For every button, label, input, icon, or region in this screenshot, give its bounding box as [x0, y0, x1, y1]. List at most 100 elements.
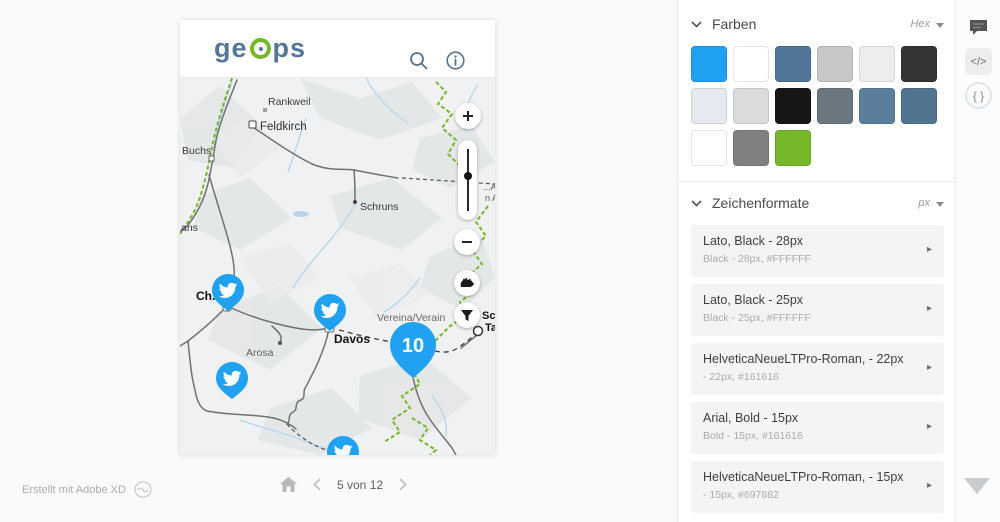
color-swatch[interactable]: [733, 130, 769, 166]
style-title: Lato, Black - 25px: [703, 293, 918, 307]
color-swatch[interactable]: [859, 46, 895, 82]
filter-button[interactable]: [454, 302, 480, 328]
style-title: Lato, Black - 28px: [703, 234, 918, 248]
map-label: Davos: [334, 332, 370, 346]
page: geps: [0, 0, 1000, 522]
colors-section-title: Farben: [712, 16, 910, 32]
layers-animal-button[interactable]: [454, 270, 480, 296]
type-section-header[interactable]: Zeichenformate px: [691, 195, 944, 211]
colors-section-header[interactable]: Farben Hex: [691, 16, 944, 32]
prev-page-icon[interactable]: [313, 478, 321, 491]
color-swatch[interactable]: [691, 130, 727, 166]
type-unit-label[interactable]: px: [918, 197, 930, 209]
chevron-right-icon: ▸: [927, 480, 932, 491]
color-swatch[interactable]: [817, 88, 853, 124]
specs-button[interactable]: </>: [965, 48, 992, 75]
text-style-card[interactable]: Lato, Black - 25pxBlack - 25px, #FFFFFF▸: [691, 284, 944, 336]
color-swatch[interactable]: [775, 88, 811, 124]
zoom-out-button[interactable]: [454, 229, 480, 255]
colors-unit-label[interactable]: Hex: [910, 18, 930, 30]
style-subtitle: - 15px, #697882: [703, 489, 918, 501]
text-style-list: Lato, Black - 28px Black - 28px, #FFFFFF ▸…: [691, 225, 944, 513]
map-label: Scu: [482, 310, 495, 322]
map[interactable]: RankweilFeldkirchBuchsansSchruns...An AC…: [180, 78, 495, 455]
logo-o-icon: [250, 38, 271, 59]
minus-icon: [461, 236, 473, 248]
pagination: 5 von 12: [280, 477, 407, 492]
color-swatch[interactable]: [817, 46, 853, 82]
next-page-icon[interactable]: [399, 478, 407, 491]
zoom-in-button[interactable]: [455, 103, 481, 129]
chevron-down-icon: [691, 200, 702, 207]
text-style-card[interactable]: Lato, Black - 28px Black - 28px, #FFFFFF ▸: [691, 225, 944, 277]
style-subtitle: - 22px, #161616: [703, 371, 918, 383]
chevron-right-icon: ▸: [927, 244, 932, 255]
app-header: geps: [180, 20, 495, 78]
unit-dropdown-icon[interactable]: [936, 202, 944, 207]
chevron-right-icon: ▸: [927, 362, 932, 373]
creative-cloud-icon: [134, 481, 152, 498]
variables-button[interactable]: { }: [965, 82, 992, 109]
cluster-count: 10: [402, 335, 424, 357]
map-label: Tar: [485, 322, 495, 334]
chevron-right-icon: ▸: [927, 303, 932, 314]
map-label: Arosa: [246, 347, 274, 359]
page-indicator: 5 von 12: [337, 478, 383, 492]
code-icon: </>: [971, 56, 987, 68]
color-swatch[interactable]: [901, 88, 937, 124]
station-rankweil: [263, 108, 267, 112]
plus-icon: [462, 110, 474, 122]
logo-text-ge: ge: [214, 33, 248, 64]
color-swatch[interactable]: [775, 130, 811, 166]
color-swatch[interactable]: [859, 88, 895, 124]
station-scuol: [474, 327, 483, 336]
map-label: Rankweil: [268, 96, 311, 108]
artboard: geps: [180, 20, 495, 455]
unit-dropdown-icon[interactable]: [936, 23, 944, 28]
style-title: HelveticaNeueLTPro-Roman, - 22px: [703, 352, 918, 366]
style-subtitle: Bold - 15px, #161616: [703, 430, 918, 442]
map-label: Buchs: [182, 145, 211, 157]
zoom-slider[interactable]: [458, 140, 477, 220]
map-label: Feldkirch: [260, 121, 307, 133]
color-swatch[interactable]: [733, 88, 769, 124]
color-swatch[interactable]: [775, 46, 811, 82]
color-swatch-grid: [691, 46, 944, 166]
credit: Erstellt mit Adobe XD: [22, 481, 152, 498]
map-canvas: RankweilFeldkirchBuchsansSchruns...An AC…: [180, 78, 495, 455]
search-icon[interactable]: [409, 51, 428, 70]
style-title: Arial, Bold - 15px: [703, 411, 918, 425]
color-swatch[interactable]: [691, 88, 727, 124]
text-style-card[interactable]: HelveticaNeueLTPro-Roman, - 22px - 22px, …: [691, 343, 944, 395]
chevron-right-icon: ▸: [927, 421, 932, 432]
map-label: Schruns: [360, 201, 399, 213]
braces-icon: { }: [973, 89, 984, 103]
text-style-card[interactable]: Arial, Bold - 15px Bold - 15px, #161616 ▸: [691, 402, 944, 454]
color-swatch[interactable]: [691, 46, 727, 82]
slider-track: [467, 149, 469, 211]
station-schruns: [353, 200, 357, 204]
style-title: HelveticaNeueLTPro-Roman, - 15px: [703, 470, 918, 484]
filter-funnel-icon: [460, 309, 474, 322]
right-toolbar: </> { }: [955, 0, 1000, 522]
color-swatch[interactable]: [733, 46, 769, 82]
spec-panel: Farben Hex Zeichenformate px Lato, Black…: [677, 0, 955, 522]
slider-knob[interactable]: [464, 172, 472, 180]
color-swatch[interactable]: [901, 46, 937, 82]
comments-button[interactable]: [965, 14, 992, 41]
station-feldkirch: [249, 121, 256, 128]
style-subtitle: Black - 28px, #FFFFFF: [703, 253, 918, 265]
station-arosa: [278, 341, 282, 345]
chevron-down-icon: [691, 21, 702, 28]
geops-logo: geps: [214, 33, 306, 64]
credit-text: Erstellt mit Adobe XD: [22, 484, 126, 496]
lake: [293, 211, 309, 217]
map-label: ...A: [483, 182, 495, 192]
map-label: n A: [485, 193, 495, 203]
home-icon[interactable]: [280, 477, 297, 492]
collapse-flag-icon[interactable]: [964, 478, 990, 494]
logo-text-ps: ps: [273, 33, 307, 64]
info-icon[interactable]: [446, 51, 465, 70]
comment-icon: [969, 19, 988, 36]
text-style-card[interactable]: HelveticaNeueLTPro-Roman, - 15px - 15px, …: [691, 461, 944, 513]
